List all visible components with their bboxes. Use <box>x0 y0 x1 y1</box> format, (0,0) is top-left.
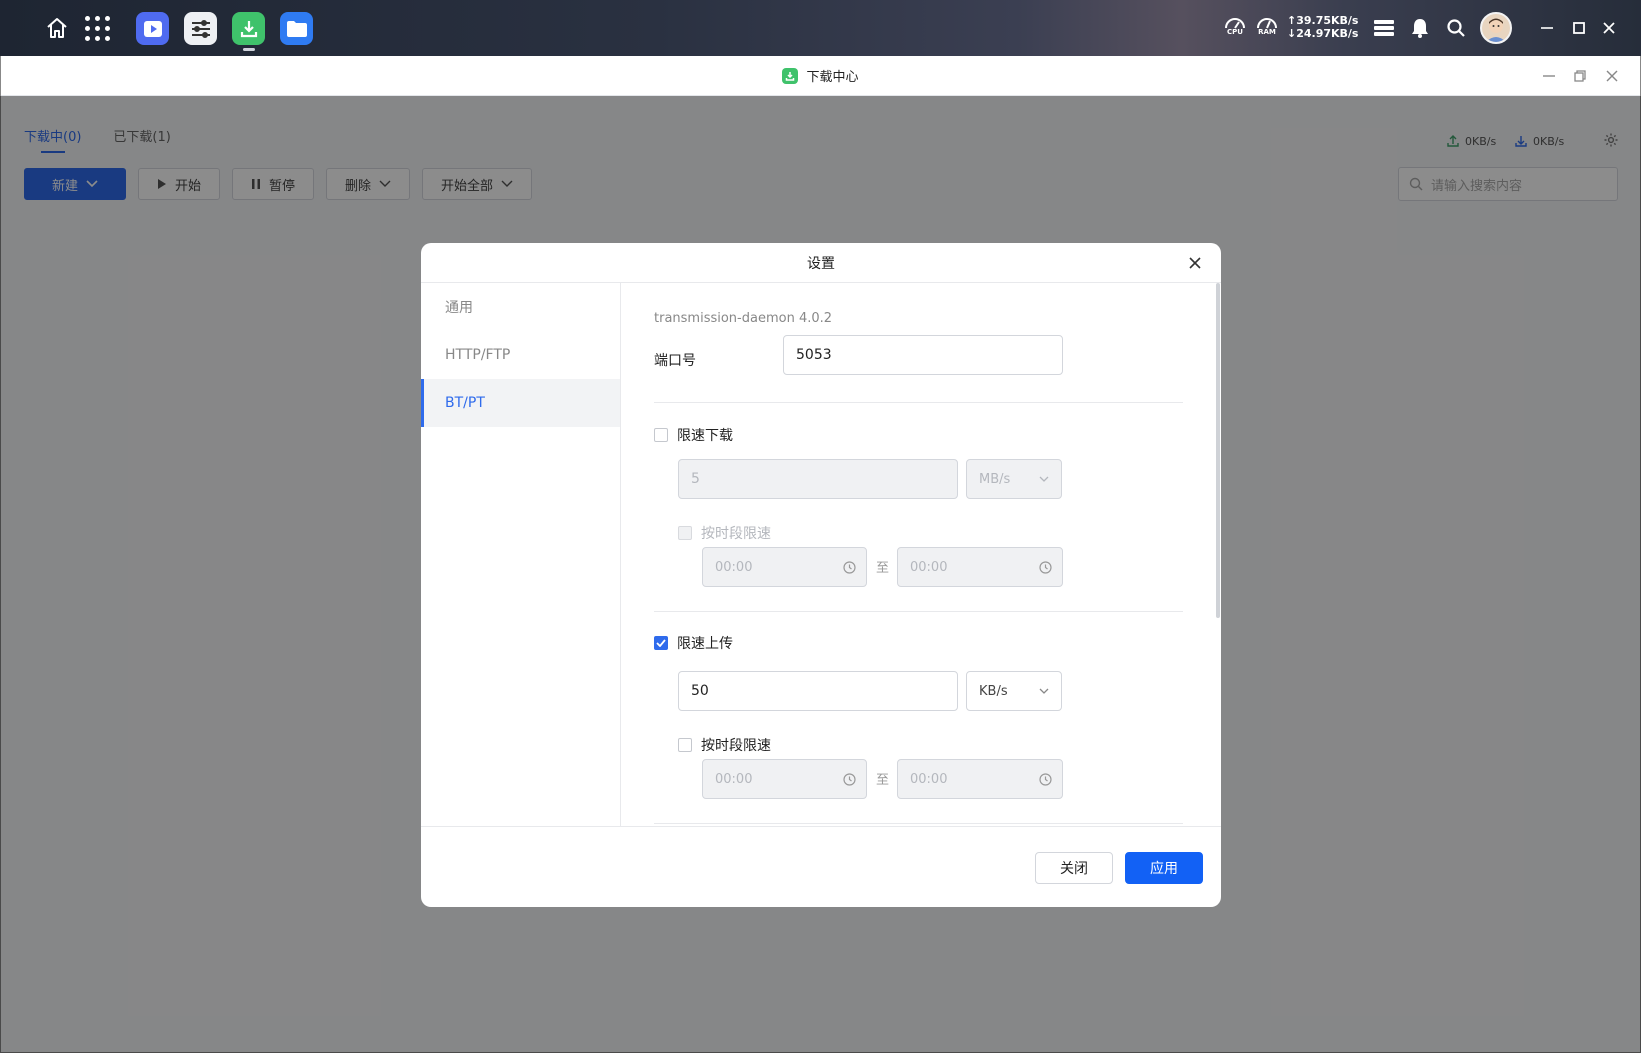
clock-icon <box>843 560 856 574</box>
search-icon[interactable] <box>1442 14 1470 42</box>
notification-bell-icon[interactable] <box>1406 14 1434 42</box>
upload-unit-value: KB/s <box>979 683 1008 699</box>
close-desktop-icon[interactable] <box>1595 14 1623 42</box>
dialog-close-icon[interactable] <box>1185 253 1205 273</box>
ram-gauge-icon[interactable]: RAM <box>1254 14 1280 42</box>
sidebar-item-bt-pt[interactable]: BT/PT <box>421 379 620 427</box>
download-limit-value: 5 <box>691 471 700 487</box>
network-upload-rate: ↑39.75KB/s <box>1287 14 1359 27</box>
download-unit-select[interactable]: MB/s <box>966 459 1062 499</box>
close-button[interactable]: 关闭 <box>1035 852 1113 884</box>
scrollbar-thumb[interactable] <box>1216 283 1220 618</box>
tasks-icon[interactable] <box>1370 14 1398 42</box>
network-download-rate: ↓24.97KB/s <box>1287 27 1359 40</box>
window-restore-icon[interactable] <box>1566 62 1594 90</box>
file-manager-app-icon[interactable] <box>280 12 313 45</box>
download-end-time: 00:00 <box>910 559 948 575</box>
download-start-time: 00:00 <box>715 559 753 575</box>
chevron-down-icon <box>1039 476 1049 482</box>
network-speed[interactable]: ↑39.75KB/s ↓24.97KB/s <box>1287 14 1358 40</box>
checkbox-icon <box>678 526 692 540</box>
upload-unit-select[interactable]: KB/s <box>966 671 1062 711</box>
port-value: 5053 <box>796 347 832 363</box>
sidebar-item-http-ftp[interactable]: HTTP/FTP <box>421 331 620 379</box>
divider <box>654 823 1183 824</box>
download-center-icon <box>782 67 799 84</box>
cpu-gauge-icon[interactable]: CPU <box>1222 14 1248 42</box>
clock-icon <box>843 772 856 786</box>
download-limit-checkbox[interactable]: 限速下载 <box>654 425 733 445</box>
download-schedule-label: 按时段限速 <box>701 526 771 542</box>
port-label: 端口号 <box>654 353 696 369</box>
home-icon[interactable] <box>42 13 72 43</box>
download-end-time-picker[interactable]: 00:00 <box>897 547 1063 587</box>
upload-schedule-label: 按时段限速 <box>701 738 771 754</box>
dialog-header: 设置 <box>421 243 1221 283</box>
settings-dialog: 设置 通用 HTTP/FTP BT/PT transmission-daemon… <box>421 243 1221 907</box>
clock-icon <box>1039 772 1052 786</box>
control-panel-app-icon[interactable] <box>184 12 217 45</box>
divider <box>654 611 1183 612</box>
apply-button[interactable]: 应用 <box>1125 852 1203 884</box>
upload-limit-value: 50 <box>691 683 709 699</box>
upload-start-time: 00:00 <box>715 771 753 787</box>
window-close-icon[interactable] <box>1598 62 1626 90</box>
minimize-desktop-icon[interactable] <box>1533 14 1561 42</box>
upload-limit-checkbox[interactable]: 限速上传 <box>654 633 733 653</box>
window-titlebar[interactable]: 下载中心 <box>1 56 1640 96</box>
download-schedule-checkbox[interactable]: 按时段限速 <box>678 523 771 543</box>
user-avatar[interactable] <box>1480 12 1512 44</box>
window-minimize-icon[interactable] <box>1535 62 1563 90</box>
clock-icon <box>1039 560 1052 574</box>
sidebar-item-general[interactable]: 通用 <box>421 283 620 331</box>
checkbox-checked-icon <box>654 636 668 650</box>
dialog-title: 设置 <box>807 255 835 272</box>
active-app-indicator <box>243 48 255 51</box>
download-start-time-picker[interactable]: 00:00 <box>702 547 867 587</box>
download-unit-value: MB/s <box>979 471 1011 487</box>
settings-sidebar: 通用 HTTP/FTP BT/PT <box>421 283 621 826</box>
daemon-version: transmission-daemon 4.0.2 <box>654 311 833 326</box>
settings-scrollbar[interactable] <box>1215 283 1221 826</box>
settings-content: transmission-daemon 4.0.2 端口号 5053 限速下载 … <box>621 283 1221 826</box>
maximize-desktop-icon[interactable] <box>1565 14 1593 42</box>
upload-limit-label: 限速上传 <box>677 636 733 652</box>
system-taskbar: CPU RAM ↑39.75KB/s ↓24.97KB/s <box>0 0 1641 56</box>
download-limit-label: 限速下载 <box>677 428 733 444</box>
window-title: 下载中心 <box>806 70 859 85</box>
checkbox-icon <box>678 738 692 752</box>
chevron-down-icon <box>1039 688 1049 694</box>
video-app-icon[interactable] <box>136 12 169 45</box>
upload-end-time-picker[interactable]: 00:00 <box>897 759 1063 799</box>
upload-limit-input[interactable]: 50 <box>678 671 958 711</box>
upload-start-time-picker[interactable]: 00:00 <box>702 759 867 799</box>
download-limit-input[interactable]: 5 <box>678 459 958 499</box>
upload-schedule-checkbox[interactable]: 按时段限速 <box>678 735 771 755</box>
to-separator: 至 <box>876 773 890 788</box>
port-input[interactable]: 5053 <box>783 335 1063 375</box>
divider <box>654 402 1183 403</box>
app-launcher-icon[interactable] <box>82 13 112 43</box>
download-center-app-icon[interactable] <box>232 12 265 45</box>
upload-end-time: 00:00 <box>910 771 948 787</box>
checkbox-icon <box>654 428 668 442</box>
to-separator: 至 <box>876 561 890 576</box>
dialog-footer: 关闭 应用 <box>421 826 1221 907</box>
